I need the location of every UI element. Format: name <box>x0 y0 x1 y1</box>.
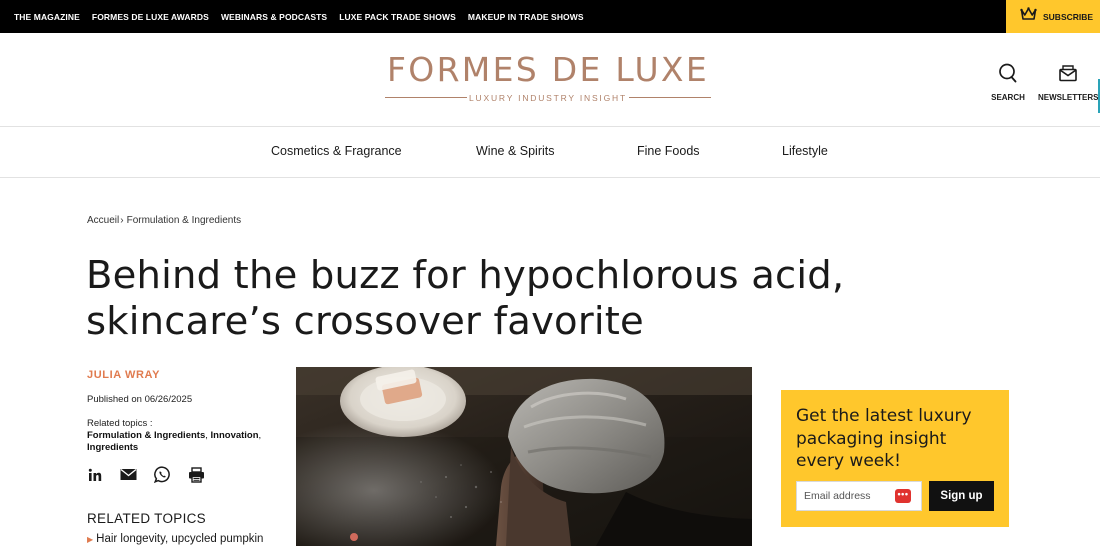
topic-link[interactable]: Formulation & Ingredients <box>87 430 205 441</box>
site-header: FORMES DE LUXE LUXURY INDUSTRY INSIGHT S… <box>0 33 1100 127</box>
triangle-right-icon: ▶ <box>87 535 94 544</box>
topnav-makeup-in[interactable]: MAKEUP IN TRADE SHOWS <box>468 12 584 22</box>
topnav-awards[interactable]: FORMES DE LUXE AWARDS <box>92 12 209 22</box>
article-hero-image <box>296 367 752 546</box>
password-manager-icon[interactable]: ••• <box>895 489 911 503</box>
topnav-webinars[interactable]: WEBINARS & PODCASTS <box>221 12 327 22</box>
email-icon[interactable] <box>120 466 137 483</box>
signup-button[interactable]: Sign up <box>929 481 994 511</box>
breadcrumb-home[interactable]: Accueil <box>87 215 119 226</box>
topnav-magazine[interactable]: THE MAGAZINE <box>14 12 80 22</box>
logo-wordmark: FORMES DE LUXE <box>387 50 709 89</box>
breadcrumb: Accueil› Formulation & Ingredients <box>87 215 241 226</box>
chevron-right-icon: › <box>120 215 124 226</box>
related-article-title: Hair longevity, upcycled pumpkin <box>96 533 264 545</box>
email-field[interactable]: ••• <box>796 481 922 511</box>
newsletters-button[interactable]: NEWSLETTERS <box>1038 63 1098 102</box>
related-topics-label: Related topics : <box>87 418 153 429</box>
newsletter-signup-box: Get the latest luxury packaging insight … <box>781 390 1009 527</box>
subscribe-button[interactable]: SUBSCRIBE <box>1006 0 1100 33</box>
newsletter-heading: Get the latest luxury packaging insight … <box>796 406 972 471</box>
category-cosmetics[interactable]: Cosmetics & Fragrance <box>271 144 402 158</box>
category-fine-foods[interactable]: Fine Foods <box>637 144 700 158</box>
topic-link[interactable]: Ingredients <box>87 442 138 453</box>
publish-date: Published on 06/26/2025 <box>87 394 193 405</box>
search-label: SEARCH <box>991 93 1025 102</box>
logo-rule-right <box>629 97 711 98</box>
logo-rule-left <box>385 97 467 98</box>
related-topics-heading: RELATED TOPICS <box>87 511 206 526</box>
email-input[interactable] <box>797 482 887 510</box>
breadcrumb-current[interactable]: Formulation & Ingredients <box>127 215 242 226</box>
share-bar <box>86 466 205 483</box>
top-nav: THE MAGAZINE FORMES DE LUXE AWARDS WEBIN… <box>14 0 584 33</box>
related-article-link[interactable]: ▶ Hair longevity, upcycled pumpkin <box>87 533 263 545</box>
topnav-luxe-pack[interactable]: LUXE PACK TRADE SHOWS <box>339 12 456 22</box>
category-nav: Cosmetics & Fragrance Wine & Spirits Fin… <box>0 127 1100 178</box>
newsletter-envelope-icon <box>1058 65 1078 87</box>
category-lifestyle[interactable]: Lifestyle <box>782 144 828 158</box>
related-topic-links: Formulation & Ingredients, Innovation, I… <box>87 430 262 453</box>
whatsapp-icon[interactable] <box>154 466 171 483</box>
linkedin-icon[interactable] <box>86 466 103 483</box>
author-name[interactable]: JULIA WRAY <box>87 369 160 381</box>
search-button[interactable]: SEARCH <box>991 63 1025 102</box>
category-wine[interactable]: Wine & Spirits <box>476 144 555 158</box>
subscribe-label: SUBSCRIBE <box>1043 11 1094 22</box>
top-bar: THE MAGAZINE FORMES DE LUXE AWARDS WEBIN… <box>0 0 1100 33</box>
topic-link[interactable]: Innovation <box>211 430 259 441</box>
print-icon[interactable] <box>188 466 205 483</box>
newsletters-label: NEWSLETTERS <box>1038 93 1099 102</box>
logo-tagline: LUXURY INDUSTRY INSIGHT <box>469 93 627 103</box>
crown-icon <box>1020 7 1037 26</box>
search-icon <box>998 63 1018 87</box>
article-title: Behind the buzz for hypochlorous acid, s… <box>86 253 845 344</box>
site-logo[interactable]: FORMES DE LUXE LUXURY INDUSTRY INSIGHT <box>383 51 713 105</box>
